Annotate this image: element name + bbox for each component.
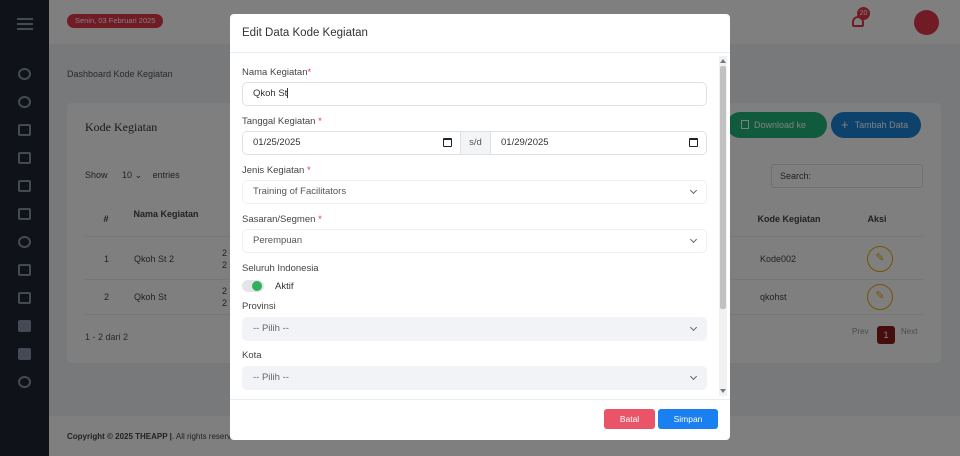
required-mark: * (307, 67, 312, 78)
tanggal-label-text: Tanggal Kegiatan (242, 116, 316, 127)
scroll-down-icon[interactable] (720, 389, 726, 393)
scroll-up-icon[interactable] (720, 59, 726, 63)
provinsi-label: Provinsi (242, 301, 276, 312)
sasaran-label: Sasaran/Segmen * (242, 214, 322, 225)
tanggal-label: Tanggal Kegiatan * (242, 116, 322, 127)
jenis-label: Jenis Kegiatan * (242, 165, 311, 176)
date-start-input[interactable]: 01/25/2025 (243, 132, 460, 154)
chevron-down-icon (689, 323, 698, 332)
chevron-down-icon (689, 372, 698, 381)
calendar-icon[interactable] (689, 138, 698, 147)
modal-footer: Batal Simpan (230, 399, 730, 440)
seluruh-indonesia-toggle[interactable] (242, 280, 264, 292)
provinsi-placeholder: -- Pilih -- (253, 323, 289, 334)
kota-select[interactable]: -- Pilih -- (242, 366, 707, 390)
text-caret (287, 88, 289, 98)
chevron-down-icon (689, 235, 698, 244)
modal-scrollbar[interactable] (719, 56, 727, 396)
date-end-input[interactable]: 01/29/2025 (491, 132, 706, 154)
nama-label-text: Nama Kegiatan (242, 67, 308, 78)
nama-kegiatan-value: Qkoh St (253, 88, 288, 99)
date-range-group: 01/25/2025 s/d 01/29/2025 (242, 131, 707, 155)
required-mark: * (318, 116, 322, 127)
jenis-kegiatan-value: Training of Facilitators (253, 186, 347, 197)
edit-modal: Edit Data Kode Kegiatan Nama Kegiatan* Q… (230, 14, 730, 440)
kota-placeholder: -- Pilih -- (253, 372, 289, 383)
jenis-kegiatan-select[interactable]: Training of Facilitators (242, 180, 707, 204)
seluruh-indonesia-label: Seluruh Indonesia (242, 263, 319, 274)
kota-label: Kota (242, 350, 262, 361)
sasaran-label-text: Sasaran/Segmen (242, 214, 316, 225)
sasaran-segmen-value: Perempuan (253, 235, 303, 246)
calendar-icon[interactable] (443, 138, 452, 147)
toggle-label: Aktif (275, 281, 294, 292)
modal-header: Edit Data Kode Kegiatan (230, 14, 730, 53)
provinsi-select[interactable]: -- Pilih -- (242, 317, 707, 341)
required-mark: * (306, 165, 311, 176)
scrollbar-thumb[interactable] (720, 66, 726, 309)
nama-label: Nama Kegiatan* (242, 67, 311, 78)
jenis-label-text: Jenis Kegiatan (242, 165, 305, 176)
sasaran-segmen-select[interactable]: Perempuan (242, 229, 707, 253)
save-button[interactable]: Simpan (658, 409, 718, 429)
date-start-value: 01/25/2025 (253, 137, 301, 148)
required-mark: * (318, 214, 322, 225)
chevron-down-icon (689, 186, 698, 195)
toggle-knob (252, 281, 262, 291)
nama-kegiatan-input[interactable]: Qkoh St (242, 82, 707, 106)
cancel-button[interactable]: Batal (604, 409, 655, 429)
modal-title: Edit Data Kode Kegiatan (242, 27, 368, 39)
modal-body: Nama Kegiatan* Qkoh St Tanggal Kegiatan … (230, 53, 730, 399)
date-end-value: 01/29/2025 (501, 137, 549, 148)
date-separator: s/d (460, 132, 491, 154)
